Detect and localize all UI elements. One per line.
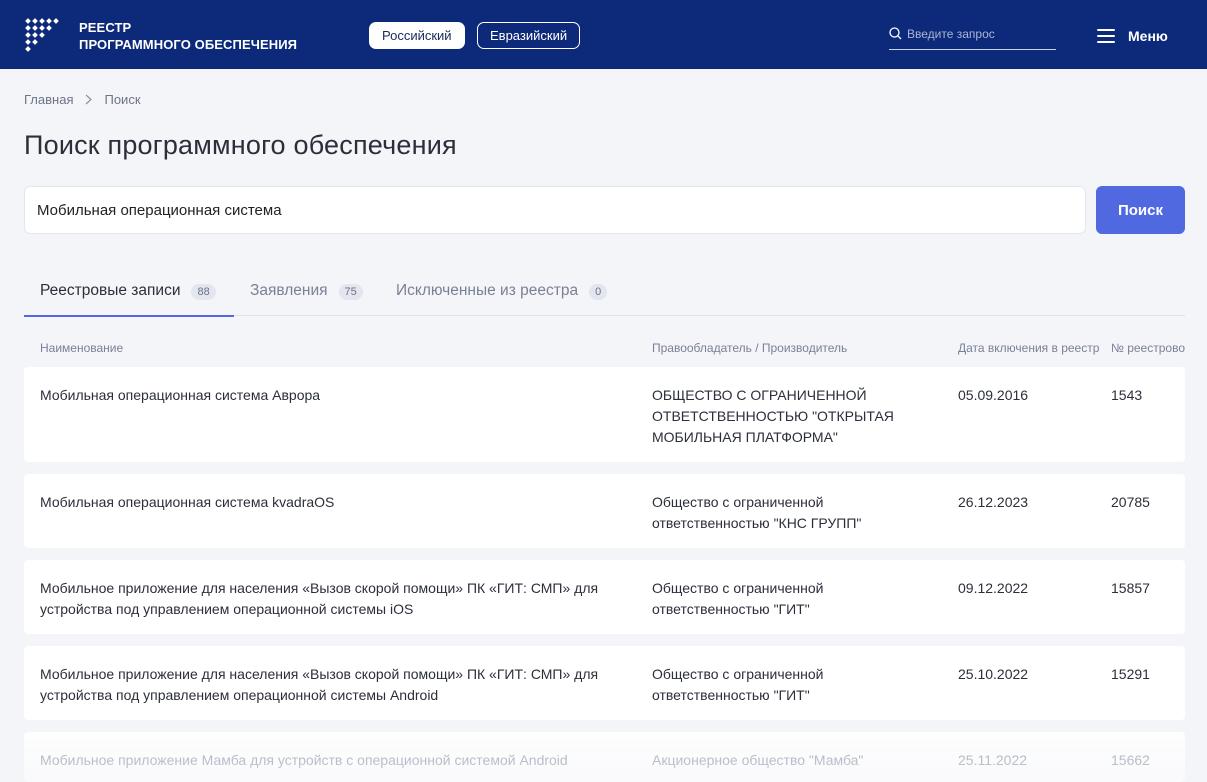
row-owner: ОБЩЕСТВО С ОГРАНИЧЕННОЙ ОТВЕТСТВЕННОСТЬЮ… [652,387,894,445]
result-tabs: Реестровые записи 88 Заявления 75 Исключ… [24,266,1185,317]
table-row[interactable]: Мобильное приложение для населения «Вызо… [24,560,1185,634]
page-title: Поиск программного обеспечения [24,130,457,160]
breadcrumb-current: Поиск [104,92,141,107]
row-date: 26.12.2023 [958,494,1029,510]
table-row[interactable]: Мобильная операционная система Аврора ОБ… [24,367,1185,462]
registry-tab-eurasian[interactable]: Евразийский [477,22,581,49]
registry-logo-icon[interactable] [24,17,60,53]
brand-title[interactable]: РЕЕСТР ПРОГРАММНОГО ОБЕСПЕЧЕНИЯ [79,19,297,53]
search-icon [889,27,902,40]
column-header-number[interactable]: № реестрово [1111,341,1207,355]
brand-line-1: РЕЕСТР [79,20,132,35]
search-input[interactable] [37,201,1085,219]
tab-label: Заявления [250,282,328,299]
row-owner: Общество с ограниченной ответственностью… [652,580,824,617]
row-name[interactable]: Мобильная операционная система Аврора [40,385,620,406]
row-name[interactable]: Мобильная операционная система kvadraOS [40,492,620,513]
breadcrumb-home[interactable]: Главная [24,92,73,107]
row-date: 09.12.2022 [958,580,1029,596]
table-row[interactable]: Мобильное приложение для населения «Вызо… [24,646,1185,720]
row-number: 15291 [1111,666,1150,682]
row-owner: Общество с ограниченной ответственностью… [652,666,824,703]
tab-label: Исключенные из реестра [396,282,579,299]
row-name[interactable]: Мобильное приложение для населения «Вызо… [40,578,620,620]
row-name[interactable]: Мобильное приложение для населения «Вызо… [40,664,620,706]
row-date: 25.10.2022 [958,666,1029,682]
table-header: Наименование Правообладатель / Производи… [0,341,1207,357]
header-search [889,26,1056,50]
row-owner: Общество с ограниченной ответственностью… [652,494,862,531]
chevron-right-icon [85,94,93,105]
brand-line-2: ПРОГРАММНОГО ОБЕСПЕЧЕНИЯ [79,37,298,52]
row-number: 1543 [1111,387,1143,403]
table-row[interactable]: Мобильная операционная система kvadraOS … [24,474,1185,548]
row-date: 25.11.2022 [958,752,1028,768]
count-badge: 88 [191,284,216,300]
count-badge: 75 [338,284,363,300]
registry-tab-russian[interactable]: Российский [369,22,465,49]
tab-label: Реестровые записи [40,282,181,299]
top-header: РЕЕСТР ПРОГРАММНОГО ОБЕСПЕЧЕНИЯ Российск… [0,0,1207,69]
tab-applications[interactable]: Заявления 75 [250,266,363,316]
row-name[interactable]: Мобильное приложение Мамба для устройств… [40,750,620,771]
breadcrumb: Главная Поиск [24,92,141,107]
column-header-owner[interactable]: Правообладатель / Производитель [652,341,847,355]
search-button[interactable]: Поиск [1096,186,1185,234]
menu-button[interactable]: Меню [1097,26,1168,46]
tab-excluded[interactable]: Исключенные из реестра 0 [396,266,608,316]
hamburger-icon [1097,29,1115,43]
row-number: 15857 [1111,580,1150,596]
row-date: 05.09.2016 [958,387,1029,403]
menu-label: Меню [1128,28,1168,44]
row-owner: Акционерное общество "Мамба" [652,752,864,768]
tab-registry-records[interactable]: Реестровые записи 88 [24,266,234,317]
count-badge: 0 [589,284,608,300]
row-number: 15662 [1111,752,1150,768]
column-header-name[interactable]: Наименование [40,341,123,355]
header-search-input[interactable] [907,26,1047,42]
column-header-date[interactable]: Дата включения в реестр [958,341,1099,355]
table-row[interactable]: Мобильное приложение Мамба для устройств… [24,732,1185,782]
search-field [24,186,1086,234]
row-number: 20785 [1111,494,1150,510]
